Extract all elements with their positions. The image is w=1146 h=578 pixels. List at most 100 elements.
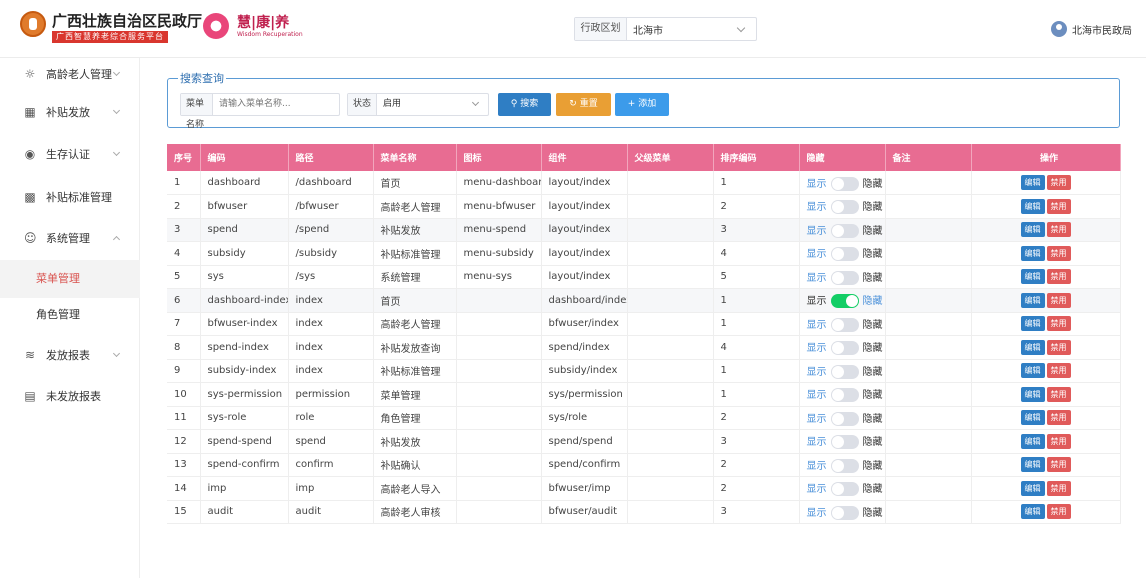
- disable-button[interactable]: 禁用: [1046, 433, 1071, 449]
- visibility-toggle[interactable]: [830, 411, 859, 426]
- table-row: 3 spend/spend 补贴发放 menu-spend layout/index 3 显…: [167, 218, 1121, 242]
- disable-button[interactable]: 禁用: [1046, 269, 1071, 285]
- menu-name-input[interactable]: [213, 94, 339, 115]
- status-field[interactable]: 状态 启用: [347, 93, 489, 116]
- disable-button[interactable]: 禁用: [1046, 386, 1071, 402]
- brand-english: Wisdom Recuperation: [237, 31, 303, 38]
- visibility-toggle[interactable]: [830, 482, 859, 497]
- gov-subtitle: 广西智慧养老综合服务平台: [52, 31, 168, 43]
- visibility-toggle[interactable]: [830, 458, 859, 473]
- cell-actions: 编辑 禁用: [971, 312, 1121, 336]
- visibility-toggle[interactable]: [830, 505, 859, 520]
- sidebar-item-system[interactable]: ☺ 系统管理: [0, 222, 140, 254]
- cell-sort: 2: [713, 406, 800, 430]
- cell-parent: [627, 265, 714, 289]
- cell-path: role: [288, 406, 374, 430]
- edit-button[interactable]: 编辑: [1020, 222, 1045, 238]
- disable-button[interactable]: 禁用: [1046, 245, 1071, 261]
- edit-button[interactable]: 编辑: [1020, 433, 1045, 449]
- visibility-toggle[interactable]: [830, 388, 859, 403]
- add-button[interactable]: + 添加: [615, 93, 669, 116]
- visibility-toggle[interactable]: [830, 176, 859, 191]
- menu-name-field[interactable]: 菜单名称: [180, 93, 340, 130]
- reset-button[interactable]: ↻ 重置: [556, 93, 611, 116]
- gov-title: 广西壮族自治区民政厅: [52, 12, 203, 30]
- sidebar-item-report[interactable]: ≋ 发放报表: [0, 339, 140, 371]
- cell-visibility: 显示 隐藏: [799, 359, 886, 383]
- edit-button[interactable]: 编辑: [1020, 504, 1045, 520]
- edit-button[interactable]: 编辑: [1020, 363, 1045, 379]
- cell-no: 12: [167, 429, 201, 454]
- edit-button[interactable]: 编辑: [1020, 292, 1045, 308]
- cell-sort: 1: [713, 359, 800, 383]
- cell-icon: menu-spend: [456, 218, 542, 242]
- chevron-down-icon[interactable]: [736, 23, 746, 32]
- sidebar-subitem-role[interactable]: 角色管理: [0, 296, 140, 334]
- cell-sort: 1: [713, 382, 800, 407]
- cell-sort: 2: [713, 194, 800, 219]
- visibility-toggle[interactable]: [830, 341, 859, 356]
- visibility-toggle[interactable]: [830, 317, 859, 332]
- search-button[interactable]: ⚲ 搜索: [498, 93, 551, 116]
- edit-button[interactable]: 编辑: [1020, 198, 1045, 214]
- table-header-row: 序号 编码 路径 菜单名称 图标 组件 父级菜单 排序编码 隐藏 备注 操作: [167, 144, 1121, 171]
- cell-parent: [627, 335, 714, 360]
- region-value[interactable]: 北海市: [627, 22, 738, 37]
- cell-no: 11: [167, 406, 201, 430]
- edit-button[interactable]: 编辑: [1020, 480, 1045, 496]
- disable-button[interactable]: 禁用: [1046, 198, 1071, 214]
- region-select[interactable]: 行政区划 北海市: [574, 17, 757, 41]
- disable-button[interactable]: 禁用: [1046, 480, 1071, 496]
- edit-button[interactable]: 编辑: [1020, 457, 1045, 473]
- disable-button[interactable]: 禁用: [1046, 504, 1071, 520]
- disable-button[interactable]: 禁用: [1046, 410, 1071, 426]
- visibility-toggle[interactable]: [830, 294, 859, 309]
- cell-path: spend: [288, 429, 374, 454]
- visibility-toggle[interactable]: [830, 223, 859, 238]
- cell-parent: [627, 288, 714, 313]
- cell-component: spend/spend: [541, 429, 628, 454]
- table-row: 4 subsidy/subsidy 补贴标准管理 menu-subsidy layout…: [167, 241, 1121, 266]
- cell-icon: [456, 453, 542, 477]
- edit-button[interactable]: 编辑: [1020, 339, 1045, 355]
- visibility-toggle[interactable]: [830, 270, 859, 285]
- edit-button[interactable]: 编辑: [1020, 269, 1045, 285]
- cell-name: 补贴发放: [373, 218, 457, 242]
- cell-name: 补贴确认: [373, 453, 457, 477]
- disable-button[interactable]: 禁用: [1046, 316, 1071, 332]
- edit-button[interactable]: 编辑: [1020, 175, 1045, 190]
- visibility-toggle[interactable]: [830, 200, 859, 215]
- table-row: 11 sys-role role 角色管理 sys/role 2 显示 隐藏 编辑 禁用: [167, 406, 1121, 430]
- sidebar-item-standard[interactable]: ▩ 补贴标准管理: [0, 181, 140, 213]
- sidebar-item-verify[interactable]: ◉ 生存认证: [0, 138, 140, 170]
- visibility-toggle[interactable]: [830, 435, 859, 450]
- edit-button[interactable]: 编辑: [1020, 316, 1045, 332]
- sidebar-item-unreport[interactable]: ▤ 未发放报表: [0, 380, 140, 412]
- disable-button[interactable]: 禁用: [1046, 339, 1071, 355]
- status-select[interactable]: 启用: [377, 94, 488, 115]
- cell-remark: [885, 171, 972, 195]
- column-header: 排序编码: [713, 144, 800, 171]
- cell-parent: [627, 312, 714, 336]
- visibility-toggle[interactable]: [830, 247, 859, 262]
- visibility-toggle[interactable]: [830, 364, 859, 379]
- table-body: 1 dashboard/dashboard 首页 menu-dashboard layo…: [167, 171, 1121, 524]
- cell-code: bfwuser-index: [200, 312, 289, 336]
- edit-button[interactable]: 编辑: [1020, 410, 1045, 426]
- show-label: 显示: [806, 296, 827, 308]
- cell-name: 高龄老人管理: [373, 194, 457, 219]
- edit-button[interactable]: 编辑: [1020, 386, 1045, 402]
- top-header: 广西壮族自治区民政厅 广西智慧养老综合服务平台 慧|康|养 Wisdom Rec…: [0, 0, 1146, 58]
- disable-button[interactable]: 禁用: [1046, 292, 1071, 308]
- disable-button[interactable]: 禁用: [1046, 175, 1071, 190]
- sidebar-subitem-menu[interactable]: 菜单管理: [0, 260, 140, 298]
- sidebar-item-elderly[interactable]: ☼ 高龄老人管理: [0, 58, 140, 90]
- avatar[interactable]: [1051, 21, 1067, 37]
- edit-button[interactable]: 编辑: [1020, 245, 1045, 261]
- disable-button[interactable]: 禁用: [1046, 222, 1071, 238]
- sidebar-item-subsidy[interactable]: ▦ 补贴发放: [0, 96, 140, 128]
- disable-button[interactable]: 禁用: [1046, 363, 1071, 379]
- show-label: 显示: [806, 272, 827, 284]
- user-name[interactable]: 北海市民政局: [1072, 22, 1132, 37]
- disable-button[interactable]: 禁用: [1046, 457, 1071, 473]
